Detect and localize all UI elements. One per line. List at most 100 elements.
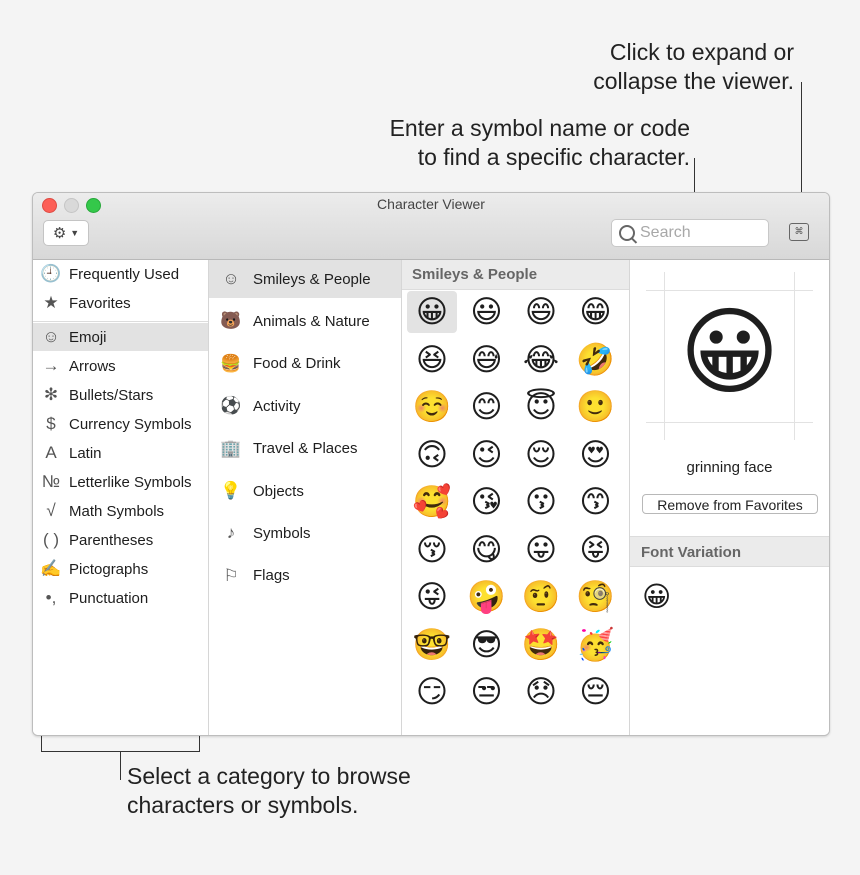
sidebar-item-letterlike-symbols[interactable]: № Letterlike Symbols (33, 468, 208, 496)
callout-category-line2: characters or symbols. (127, 792, 359, 818)
remove-from-favorites-button[interactable]: Remove from Favorites (642, 494, 818, 514)
dollar-icon: $ (46, 414, 56, 433)
preview-guide (646, 422, 813, 423)
sidebar-item-label: Emoji (69, 328, 107, 346)
category-label: Smileys & People (253, 270, 371, 288)
emoji-cell[interactable]: 😂 (516, 339, 566, 381)
emoji-cell[interactable]: 😙 (571, 481, 621, 523)
sidebar-item-punctuation[interactable]: •, Punctuation (33, 584, 208, 612)
punctuation-icon: •, (45, 588, 57, 607)
emoji-cell[interactable]: 😜 (407, 576, 457, 618)
category-sidebar: 🕘 Frequently Used ★ Favorites ☺ Emoji → Arrows ✻… (33, 260, 209, 735)
character-viewer-window: Character Viewer ⚙ ▼ ⌘ 🕘 Frequently Used ★… (32, 192, 830, 736)
category-travel-places[interactable]: 🏢 Travel & Places (209, 430, 401, 468)
font-variation-item[interactable]: 😀 (642, 580, 671, 613)
sidebar-item-favorites[interactable]: ★ Favorites (33, 289, 208, 317)
emoji-cell[interactable]: 😔 (571, 671, 621, 713)
expand-viewer-icon: ⌘ (794, 226, 804, 236)
emoji-cell[interactable]: 😎 (462, 624, 512, 666)
emoji-cell[interactable]: 😉 (462, 434, 512, 476)
emoji-cell[interactable]: 🙃 (407, 434, 457, 476)
emoji-cell[interactable]: 🤪 (462, 576, 512, 618)
sidebar-item-label: Math Symbols (69, 502, 165, 520)
emoji-cell[interactable]: 😄 (516, 291, 566, 333)
category-flags[interactable]: ⚐ Flags (209, 557, 401, 595)
emoji-cell[interactable]: 😃 (462, 291, 512, 333)
clock-icon: 🕘 (40, 264, 62, 283)
emoji-cell[interactable]: 🧐 (571, 576, 621, 618)
latin-icon: A (45, 443, 57, 462)
sidebar-item-bullets-stars[interactable]: ✻ Bullets/Stars (33, 381, 208, 409)
category-smileys-people[interactable]: ☺ Smileys & People (209, 260, 401, 298)
emoji-cell[interactable]: ☺️ (407, 386, 457, 428)
emoji-cell[interactable]: 😊 (462, 386, 512, 428)
category-symbols[interactable]: ♪ Symbols (209, 514, 401, 552)
sidebar-item-frequently-used[interactable]: 🕘 Frequently Used (33, 260, 208, 288)
pictograph-icon: ✍ (40, 559, 62, 578)
category-activity[interactable]: ⚽ Activity (209, 387, 401, 425)
sidebar-item-pictographs[interactable]: ✍ Pictographs (33, 555, 208, 583)
emoji-cell[interactable]: 🙂 (571, 386, 621, 428)
emoji-cell[interactable]: 😋 (462, 529, 512, 571)
emoji-cell[interactable]: 🤣 (571, 339, 621, 381)
sidebar-item-label: Pictographs (69, 560, 149, 578)
emoji-cell[interactable]: 😌 (516, 434, 566, 476)
emoji-cell[interactable]: 😅 (462, 339, 512, 381)
search-input[interactable] (640, 223, 762, 243)
search-field[interactable] (611, 219, 769, 247)
callout-search-line2: to find a specific character. (417, 144, 690, 170)
bracket-left (41, 735, 42, 751)
category-objects[interactable]: 💡 Objects (209, 472, 401, 510)
emoji-cell[interactable]: 🥳 (571, 624, 621, 666)
bear-icon: 🐻 (220, 311, 242, 331)
sidebar-item-emoji[interactable]: ☺ Emoji (33, 323, 208, 351)
sidebar-item-arrows[interactable]: → Arrows (33, 352, 208, 380)
emoji-cell[interactable]: 🤓 (407, 624, 457, 666)
preview-guide (646, 290, 813, 291)
numero-icon: № (41, 472, 61, 491)
callout-search: Enter a symbol name or code to find a sp… (390, 114, 690, 172)
sidebar-item-math-symbols[interactable]: √ Math Symbols (33, 497, 208, 525)
food-icon: 🍔 (220, 353, 242, 373)
emoji-cell[interactable]: 😞 (516, 671, 566, 713)
sidebar-item-label: Favorites (69, 294, 131, 312)
expand-collapse-button[interactable]: ⌘ (789, 223, 809, 241)
emoji-cell[interactable]: 😚 (407, 529, 457, 571)
emoji-cell[interactable]: 😝 (571, 529, 621, 571)
gear-icon: ⚙ (52, 225, 67, 242)
action-menu-button[interactable]: ⚙ ▼ (43, 220, 89, 246)
emoji-cell[interactable]: 😇 (516, 386, 566, 428)
sidebar-item-latin[interactable]: A Latin (33, 439, 208, 467)
emoji-cell[interactable]: 😒 (462, 671, 512, 713)
bracket-right (199, 735, 200, 751)
emoji-cell[interactable]: 🤩 (516, 624, 566, 666)
arrow-icon: → (42, 356, 60, 375)
emoji-cell[interactable]: 😘 (462, 481, 512, 523)
category-animals-nature[interactable]: 🐻 Animals & Nature (209, 302, 401, 340)
sidebar-divider (33, 321, 208, 322)
callout-expand: Click to expand or collapse the viewer. (593, 38, 794, 96)
flag-icon: ⚐ (223, 565, 239, 585)
emoji-cell[interactable]: 😁 (571, 291, 621, 333)
emoji-cell[interactable]: 😛 (516, 529, 566, 571)
character-preview: 😀 (646, 272, 813, 440)
category-food-drink[interactable]: 🍔 Food & Drink (209, 345, 401, 383)
emoji-cell[interactable]: 🤨 (516, 576, 566, 618)
emoji-cell[interactable]: 😏 (407, 671, 457, 713)
sidebar-item-label: Frequently Used (69, 265, 180, 283)
callout-expand-line1: Click to expand or (609, 39, 794, 65)
emoji-cell[interactable]: 😀 (407, 291, 457, 333)
title-bar: Character Viewer ⚙ ▼ ⌘ (33, 193, 829, 260)
emoji-cell[interactable]: 🥰 (407, 481, 457, 523)
sidebar-item-currency-symbols[interactable]: $ Currency Symbols (33, 410, 208, 438)
sidebar-item-label: Latin (69, 444, 102, 462)
emoji-cell[interactable]: 😗 (516, 481, 566, 523)
emoji-cell[interactable]: 😍 (571, 434, 621, 476)
building-icon: 🏢 (220, 438, 242, 458)
category-label: Objects (253, 482, 304, 500)
sidebar-item-label: Currency Symbols (69, 415, 192, 433)
emoji-cell[interactable]: 😆 (407, 339, 457, 381)
category-label: Symbols (253, 524, 311, 542)
category-label: Travel & Places (253, 440, 358, 458)
sidebar-item-parentheses[interactable]: ( ) Parentheses (33, 526, 208, 554)
